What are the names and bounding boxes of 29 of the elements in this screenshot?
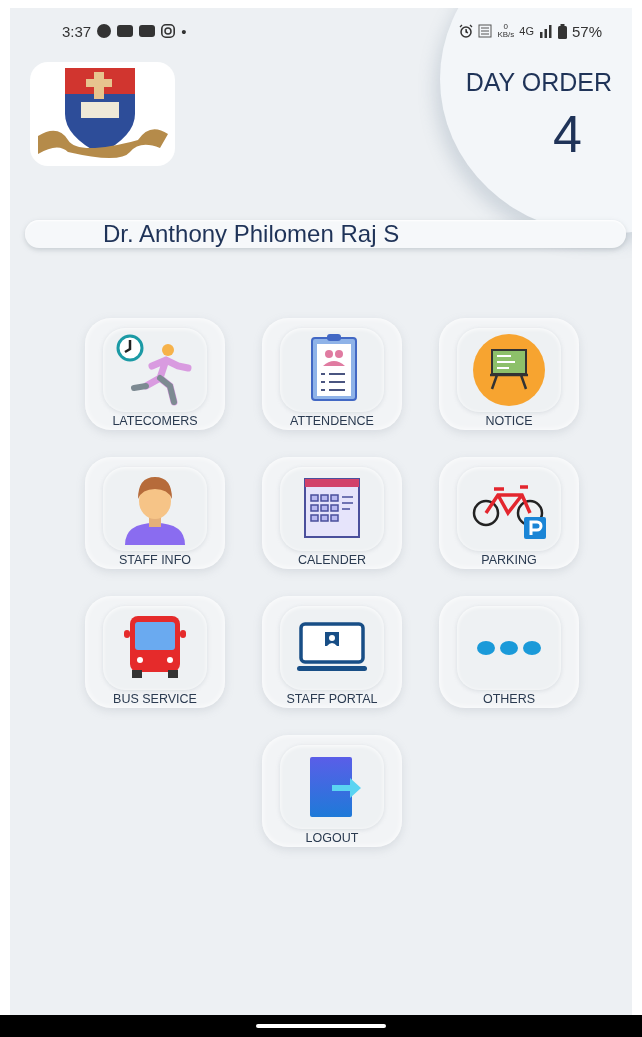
signal-icon [538,24,553,38]
day-order-label: DAY ORDER [465,68,612,97]
battery-percent: 57% [571,22,602,40]
battery-icon [557,23,567,39]
menu-tile[interactable]: LOGOUT [262,735,402,847]
user-name: Dr. Anthony Philomen Raj S [25,220,626,248]
speed-value: 0 [503,23,509,31]
menu-tile[interactable]: ATTENDENCE [262,318,402,430]
menu-tile[interactable]: BUS SERVICE [85,596,225,708]
menu-tile[interactable]: PARKING [439,457,579,569]
alarm-icon [459,24,474,38]
menu-tile[interactable]: CALENDER [262,457,402,569]
day-order-value: 4 [553,104,582,164]
notification-dot: • [181,22,187,40]
home-indicator[interactable] [256,1024,386,1028]
menu-tile[interactable]: NOTICE [439,318,579,430]
menu-tile[interactable]: STAFF INFO [85,457,225,569]
menu-tile[interactable]: OTHERS [439,596,579,708]
app-notification-icon [97,24,112,38]
speed-unit: KB/s [497,31,515,39]
menu-tile[interactable]: STAFF PORTAL [262,596,402,708]
video-app-icon [139,25,156,37]
menu-tile[interactable]: LATECOMERS [85,318,225,430]
network-type: 4G [519,25,534,37]
clock-time: 3:37 [62,22,92,40]
camera-app-icon [161,24,176,38]
volte-icon [478,24,493,38]
video-app-icon [117,25,134,37]
three-dots-icon [477,641,541,655]
